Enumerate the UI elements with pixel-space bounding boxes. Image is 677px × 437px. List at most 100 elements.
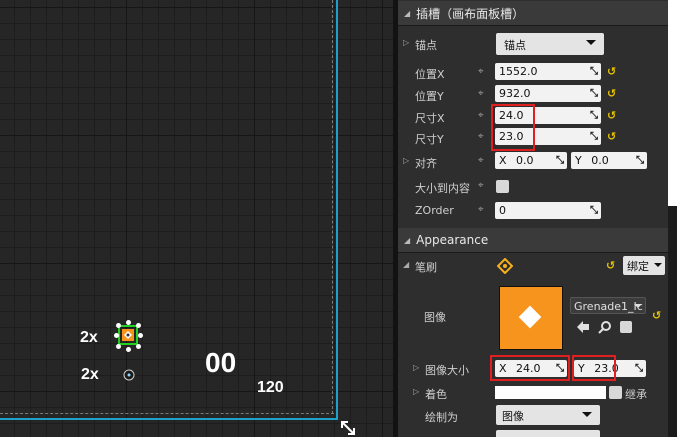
draw-as-label: 绘制为	[425, 411, 458, 424]
designer-viewport[interactable]: 2x 2x 00 120	[0, 0, 393, 437]
reset-arrow-icon[interactable]: ↺	[607, 87, 616, 100]
alignment-y-field[interactable]: Y 0.0 ⤡	[571, 152, 647, 169]
size-to-content-row: 大小到内容 ⌖	[398, 176, 668, 198]
details-panel: ◢ 插槽（画布面板槽） ▷ 锚点 锚点 位置X ⌖ 1552.0 ⤡ ↺ 位置Y…	[398, 0, 668, 437]
alignment-row: ▷ 对齐 ⌖ X 0.0 ⤡ Y 0.0 ⤡	[398, 151, 668, 173]
zorder-label: ZOrder	[415, 204, 454, 217]
inherit-checkbox[interactable]	[609, 386, 622, 399]
bind-pin-icon[interactable]: ⌖	[478, 131, 484, 142]
appearance-section-header[interactable]: ◢ Appearance	[398, 228, 668, 253]
reset-arrow-icon[interactable]: ↺	[652, 309, 661, 322]
next-dropdown-partial[interactable]	[496, 430, 600, 437]
image-label: 图像	[424, 311, 446, 324]
zorder-field[interactable]: 0 ⤡	[495, 202, 601, 219]
position-y-field[interactable]: 932.0 ⤡	[495, 85, 601, 102]
chevron-down-icon	[654, 263, 662, 267]
anchors-value: 锚点	[504, 39, 526, 52]
resize-handle[interactable]	[138, 333, 143, 338]
canvas-resize-icon[interactable]	[339, 419, 357, 437]
bind-pin-icon[interactable]: ⌖	[478, 66, 484, 77]
ammo-count-label[interactable]: 00	[205, 347, 236, 379]
draw-as-value: 图像	[502, 410, 524, 423]
chevron-down-icon	[582, 412, 592, 417]
bind-dropdown[interactable]: 绑定	[623, 256, 665, 275]
anchors-dropdown[interactable]: 锚点	[496, 33, 604, 55]
expand-diagonal-icon: ⤡	[590, 66, 598, 77]
expand-arrow-icon[interactable]: ▷	[403, 38, 409, 47]
bind-pin-icon[interactable]: ⌖	[478, 110, 484, 121]
collapse-triangle-icon[interactable]: ◢	[403, 260, 409, 269]
zorder-row: ZOrder ⌖ 0 ⤡	[398, 200, 668, 222]
draw-as-row: 绘制为 图像	[398, 405, 668, 427]
resize-handle[interactable]	[126, 320, 131, 325]
chevron-down-icon	[586, 40, 596, 45]
alignment-x-field[interactable]: X 0.0 ⤡	[495, 152, 567, 169]
item-count-label[interactable]: 2x	[81, 366, 99, 384]
tint-color-swatch[interactable]	[495, 386, 606, 399]
alignment-label: 对齐	[415, 157, 437, 170]
canvas-safe-border-v	[332, 0, 333, 414]
expand-arrow-icon[interactable]: ▷	[403, 156, 409, 165]
brush-row: ◢ 笔刷 ↺ 绑定	[398, 255, 668, 277]
expand-diagonal-icon: ⤡	[590, 110, 598, 121]
canvas-border-bottom	[0, 418, 338, 420]
image-thumbnail[interactable]	[499, 286, 563, 350]
reset-arrow-icon[interactable]: ↺	[607, 65, 616, 78]
canvas-border-right	[336, 0, 338, 420]
bind-pin-icon[interactable]: ⌖	[478, 88, 484, 99]
collapse-triangle-icon: ◢	[404, 8, 411, 18]
image-asset-picker[interactable]: Grenade1_Ic	[570, 297, 646, 314]
resize-handle[interactable]	[126, 347, 131, 352]
chevron-down-icon	[634, 304, 642, 308]
resize-handle[interactable]	[114, 333, 119, 338]
grenade-count-label[interactable]: 2x	[80, 329, 98, 347]
selected-grenade-icon-widget[interactable]	[118, 325, 138, 345]
brush-color-icon[interactable]	[497, 258, 513, 274]
alignment-x-value: 0.0	[516, 154, 534, 167]
resize-handle[interactable]	[136, 323, 141, 328]
ammo-reserve-label[interactable]: 120	[257, 379, 284, 397]
image-asset-name: Grenade1_Ic	[574, 300, 643, 313]
expand-diagonal-icon: ⤡	[556, 155, 564, 166]
size-to-content-checkbox[interactable]	[496, 180, 509, 193]
bind-pin-icon[interactable]: ⌖	[478, 180, 484, 191]
expand-arrow-icon[interactable]: ▷	[413, 387, 419, 396]
reset-arrow-icon[interactable]: ↺	[607, 109, 616, 122]
grenade-icon	[518, 305, 542, 329]
anchors-label: 锚点	[415, 39, 437, 52]
annotation-arrow	[0, 0, 393, 437]
expand-diagonal-icon: ⤡	[590, 131, 598, 142]
resize-handle[interactable]	[116, 344, 121, 349]
size-to-content-label: 大小到内容	[415, 182, 470, 195]
expand-diagonal-icon: ⤡	[635, 363, 643, 374]
search-icon[interactable]	[598, 320, 612, 334]
small-icon-widget[interactable]	[123, 369, 135, 381]
inherit-label: 继承	[625, 388, 647, 401]
alignment-y-value: 0.0	[591, 154, 609, 167]
position-x-row: 位置X ⌖ 1552.0 ⤡ ↺	[398, 62, 668, 84]
resize-handle[interactable]	[116, 323, 121, 328]
slot-section-header[interactable]: ◢ 插槽（画布面板槽）	[398, 1, 668, 26]
expand-diagonal-icon: ⤡	[590, 205, 598, 216]
alignment-x-prefix: X	[499, 154, 507, 167]
position-x-value: 1552.0	[499, 65, 538, 78]
clear-button[interactable]	[620, 321, 632, 333]
bind-pin-icon[interactable]: ⌖	[478, 155, 484, 166]
size-highlight-box	[491, 104, 535, 151]
appearance-section-title: Appearance	[416, 233, 489, 247]
bind-pin-icon[interactable]: ⌖	[478, 204, 484, 215]
size-x-label: 尺寸X	[415, 112, 445, 125]
anchors-row: ▷ 锚点 锚点	[398, 33, 668, 55]
image-size-x-highlight	[490, 355, 570, 381]
position-x-field[interactable]: 1552.0 ⤡	[495, 63, 601, 80]
reset-arrow-icon[interactable]: ↺	[607, 130, 616, 143]
reset-arrow-icon[interactable]: ↺	[606, 259, 615, 272]
bind-label: 绑定	[627, 260, 649, 273]
draw-as-dropdown[interactable]: 图像	[496, 405, 600, 425]
resize-handle[interactable]	[136, 344, 141, 349]
image-size-label: 图像大小	[425, 364, 469, 377]
tint-row: ▷ 着色 继承	[398, 382, 668, 404]
expand-arrow-icon[interactable]: ▷	[413, 363, 419, 372]
brush-label: 笔刷	[415, 261, 437, 274]
use-selected-arrow-icon[interactable]	[576, 320, 590, 334]
